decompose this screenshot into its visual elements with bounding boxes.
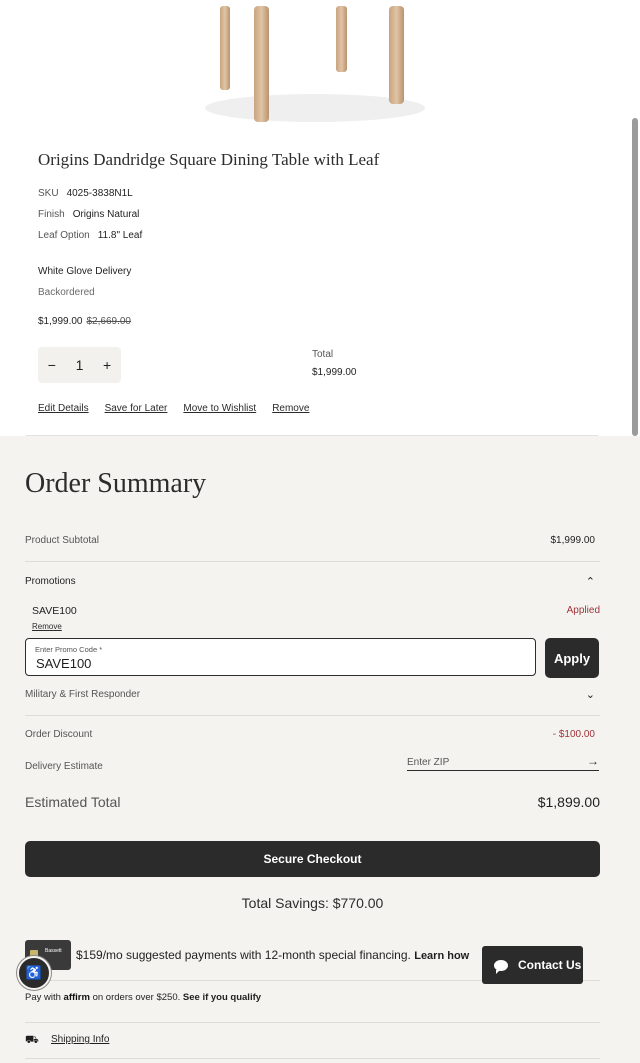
divider: [25, 1022, 600, 1023]
affirm-suffix: on orders over $250.: [92, 992, 181, 1003]
zip-input[interactable]: Enter ZIP →: [407, 754, 599, 771]
original-price: $2,669.00: [86, 316, 132, 327]
availability-status: Backordered: [38, 287, 95, 298]
sale-price: $1,999.00: [38, 316, 83, 327]
sku-value: 4025-3838N1L: [66, 188, 133, 199]
affirm-prefix: Pay with: [25, 992, 61, 1003]
order-summary-heading: Order Summary: [25, 468, 207, 499]
item-price: $1,999.00 $2,669.00: [38, 316, 131, 327]
promo-code-value[interactable]: SAVE100: [36, 656, 91, 671]
secure-checkout-button[interactable]: Secure Checkout: [25, 841, 600, 877]
finish-label: Finish: [38, 209, 65, 220]
divider: [25, 561, 600, 562]
estimated-total-label: Estimated Total: [25, 794, 121, 810]
chevron-down-icon: ⌄: [585, 689, 595, 701]
total-savings: Total Savings: $770.00: [241, 895, 384, 911]
item-total-value: $1,999.00: [312, 367, 357, 378]
move-to-wishlist-link[interactable]: Move to Wishlist: [183, 403, 256, 414]
finish-row: Finish Origins Natural: [38, 209, 139, 220]
arrow-right-icon[interactable]: →: [587, 754, 599, 768]
leaf-option-label: Leaf Option: [38, 230, 90, 241]
estimated-total-row: Estimated Total $1,899.00: [25, 794, 600, 810]
promotions-toggle[interactable]: Promotions ⌃: [25, 576, 600, 588]
affirm-logo: affirm: [63, 992, 90, 1003]
item-actions: Edit Details Save for Later Move to Wish…: [38, 403, 309, 414]
applied-promo-code: SAVE100: [32, 605, 77, 617]
shipping-info-label: Shipping Info: [51, 1034, 110, 1045]
quantity-value[interactable]: 1: [76, 357, 84, 373]
chevron-up-icon: ⌃: [585, 576, 595, 588]
chat-icon: [494, 959, 508, 974]
zip-placeholder: Enter ZIP: [407, 757, 450, 768]
accessibility-icon[interactable]: ♿: [17, 956, 51, 990]
military-label: Military & First Responder: [25, 689, 141, 700]
item-total-label: Total: [312, 349, 334, 360]
subtotal-row: Product Subtotal $1,999.00: [25, 535, 600, 546]
subtotal-label: Product Subtotal: [25, 535, 99, 546]
estimated-total-value: $1,899.00: [537, 794, 600, 810]
quantity-stepper: − 1 +: [38, 347, 121, 383]
remove-promo-link[interactable]: Remove: [32, 622, 62, 631]
card-brand: Bassett: [45, 948, 62, 954]
leaf-option-row: Leaf Option 11.8" Leaf: [38, 230, 142, 241]
save-for-later-link[interactable]: Save for Later: [105, 403, 168, 414]
contact-us-label: Contact Us: [518, 958, 582, 972]
promo-code-input[interactable]: Enter Promo Code * SAVE100: [25, 638, 536, 676]
divider: [25, 1058, 600, 1059]
delivery-method: White Glove Delivery: [38, 266, 132, 277]
product-title[interactable]: Origins Dandridge Square Dining Table wi…: [38, 150, 379, 170]
truck-icon: ⛟: [25, 1034, 39, 1046]
edit-details-link[interactable]: Edit Details: [38, 403, 89, 414]
remove-item-link[interactable]: Remove: [272, 403, 309, 414]
learn-how-link[interactable]: Learn how: [414, 950, 469, 962]
subtotal-value: $1,999.00: [550, 535, 596, 546]
increase-quantity-button[interactable]: +: [103, 357, 111, 373]
contact-us-button[interactable]: Contact Us: [482, 946, 583, 984]
delivery-estimate-label: Delivery Estimate: [25, 761, 103, 772]
sku-row: SKU 4025-3838N1L: [38, 188, 133, 199]
promo-code-label: Enter Promo Code *: [35, 645, 103, 654]
promo-status: Applied: [566, 605, 600, 616]
promotions-label: Promotions: [25, 576, 76, 587]
shipping-info-link[interactable]: ⛟ Shipping Info: [25, 1034, 110, 1046]
order-discount-row: Order Discount - $100.00: [25, 729, 600, 740]
affirm-banner: Pay with affirm on orders over $250. See…: [25, 992, 261, 1003]
divider: [25, 715, 600, 716]
decrease-quantity-button[interactable]: −: [48, 357, 56, 373]
see-if-you-qualify-link[interactable]: See if you qualify: [183, 992, 261, 1003]
order-discount-value: - $100.00: [552, 729, 595, 740]
finish-value: Origins Natural: [72, 209, 140, 220]
apply-promo-button[interactable]: Apply: [545, 638, 599, 678]
financing-message: $159/mo suggested payments with 12-month…: [76, 948, 411, 962]
military-toggle[interactable]: Military & First Responder ⌄: [25, 689, 600, 701]
product-image: [205, 6, 425, 122]
page-scrollbar[interactable]: [632, 118, 638, 436]
order-discount-label: Order Discount: [25, 729, 93, 740]
sku-label: SKU: [38, 188, 59, 199]
financing-text: $159/mo suggested payments with 12-month…: [76, 948, 469, 962]
leaf-option-value: 11.8" Leaf: [97, 230, 143, 241]
